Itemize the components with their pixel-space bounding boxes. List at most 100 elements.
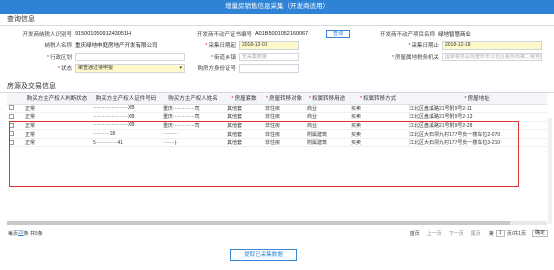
- status-label: 状态: [60, 66, 72, 73]
- presale-license-value: A01B5001052160067: [255, 30, 309, 37]
- cell-method: 买卖: [349, 112, 407, 122]
- cell-usage: 附属建筑: [305, 129, 349, 139]
- last-page-link[interactable]: 尾页: [471, 230, 481, 237]
- chevron-down-icon: ▾: [179, 65, 182, 71]
- cell-count: 其他套: [225, 112, 263, 122]
- end-date-input[interactable]: 2018-12-18: [442, 41, 542, 50]
- query-section-title: 查询信息: [0, 14, 554, 26]
- cell-name: 重庆·············司: [161, 112, 225, 122]
- property-table: 购买方主产权人判断状态 购买方主产权人证件号码 购买方主产权人姓名 *房屋套数 …: [7, 93, 547, 148]
- horizontal-scrollbar[interactable]: [7, 221, 547, 225]
- cell-name: ·······|·: [161, 138, 225, 148]
- page-size-suffix: 条: [23, 230, 29, 237]
- pagination: 每页 20 条 共5条 首页 上一页 下一页 尾页 第 1 页/共1页 确定: [8, 228, 548, 238]
- cell-object: 非住房: [263, 112, 305, 122]
- col-id-header: 购买方主产权人证件号码: [91, 93, 161, 105]
- row-checkbox[interactable]: [9, 114, 14, 120]
- cell-status: 正常: [23, 104, 91, 114]
- cell-usage: 商业: [305, 104, 349, 114]
- cell-name: 重庆·············司: [161, 121, 225, 131]
- col-object-header: *房屋转移对象: [263, 93, 305, 105]
- row-checkbox-cell: [7, 104, 23, 114]
- table-row[interactable]: 正常 ·····················XB 重庆···········…: [7, 112, 547, 122]
- housing-agency-select[interactable]: 国家税务总局重庆市江北区税务局第二税务所: [442, 52, 542, 61]
- table-row[interactable]: 正常 5·············41 ·······|· 其他套 非住房 附属…: [7, 138, 547, 148]
- cell-name: 重庆·············司: [161, 104, 225, 114]
- cell-object: 非住房: [263, 138, 305, 148]
- query-form: 开发商纳税人识别号 91500105091243051H 开发商不动产证书编号 …: [0, 26, 554, 74]
- taxpayer-name-value: 重庆绿地申庭房地产开发有限公司: [75, 43, 158, 50]
- cell-address: 江北区盘溪路21号附9号2-28: [407, 121, 547, 131]
- col-status-header: 购买方主产权人判断状态: [23, 93, 91, 105]
- row-checkbox-cell: [7, 121, 23, 131]
- cell-method: 买卖: [349, 129, 407, 139]
- street-select[interactable]: 无采集数量: [239, 52, 299, 61]
- table-row[interactable]: 正常 ·····················XB 重庆···········…: [7, 104, 547, 114]
- dev-taxpayer-id-value: 91500105091243051H: [75, 30, 131, 37]
- form-row-1: 开发商纳税人识别号 91500105091243051H 开发商不动产证书编号 …: [8, 28, 546, 40]
- cell-id: ·····················XB: [91, 104, 161, 114]
- next-page-link[interactable]: 下一页: [449, 230, 464, 237]
- project-name-value: 绿地智慧商业: [438, 31, 472, 38]
- property-section-title: 房源及交易信息: [0, 81, 554, 93]
- status-value: 审查通过待申报: [78, 65, 114, 71]
- col-usage-header: *权属转移用途: [305, 93, 349, 105]
- page-title: 增量房销售信息采集（开发商适用）: [225, 3, 329, 10]
- col-method-header: *权属转移方式: [349, 93, 407, 105]
- cell-name: ·········: [161, 129, 225, 139]
- cell-method: 买卖: [349, 104, 407, 114]
- cell-id: ·····················XB: [91, 112, 161, 122]
- buyer-id-input[interactable]: [239, 64, 299, 73]
- cell-status: 正常: [23, 112, 91, 122]
- row-checkbox[interactable]: [9, 122, 14, 128]
- cell-status: 正常: [23, 121, 91, 131]
- cell-address: 江北区盘溪路21号附9号2-11: [407, 104, 547, 114]
- query-button[interactable]: 查询: [326, 29, 351, 38]
- table-row[interactable]: 正常 ··········18 ········· 其他套 非住房 附属建筑 买…: [7, 129, 547, 139]
- prev-page-link[interactable]: 上一页: [427, 230, 442, 237]
- cell-count: 其他套: [225, 129, 263, 139]
- row-checkbox[interactable]: [9, 105, 14, 111]
- property-section: 房源及交易信息 购买方主产权人判断状态 购买方主产权人证件号码 购买方主产权人姓…: [0, 81, 554, 148]
- start-date-input[interactable]: 2018-12-01: [239, 41, 299, 50]
- col-count-header: *房屋套数: [225, 93, 263, 105]
- district-label: 行政区划: [49, 54, 72, 61]
- cell-usage: 商业: [305, 121, 349, 131]
- cell-usage: 附属建筑: [305, 138, 349, 148]
- form-row-3: *行政区划 *街道乡镇 无采集数量 *房屋属地税务机关 国家税务总局重庆市江北区…: [46, 52, 542, 61]
- col-name-header: 购买方主产权人姓名: [161, 93, 225, 105]
- app-header: 增量房销售信息采集（开发商适用）: [0, 0, 554, 14]
- status-select[interactable]: 审查通过待申报 ▾: [75, 64, 185, 73]
- page-suffix: 页/共1页: [506, 230, 526, 237]
- first-page-link[interactable]: 首页: [410, 230, 420, 237]
- total-count: 共5条: [29, 230, 43, 237]
- page-size-prefix: 每页: [8, 230, 19, 237]
- cell-status: 正常: [23, 138, 91, 148]
- page-number-input[interactable]: 1: [495, 229, 505, 237]
- extract-data-button[interactable]: 提取已采集数据: [230, 249, 297, 261]
- cell-count: 其他套: [225, 138, 263, 148]
- row-checkbox[interactable]: [9, 139, 14, 145]
- vertical-scrollbar[interactable]: [548, 118, 552, 224]
- cell-count: 其他套: [225, 104, 263, 114]
- col-address-header: *房屋地址: [407, 93, 547, 105]
- form-row-4: *状态 审查通过待申报 ▾ 购房方身份证号: [8, 63, 546, 75]
- district-select[interactable]: [75, 52, 185, 61]
- cell-address: 江北区大石坝九村177号负一楼车位2-070: [407, 129, 547, 139]
- go-button[interactable]: 确定: [531, 229, 548, 237]
- cell-object: 非住房: [263, 121, 305, 131]
- start-date-label: 采集日期起: [208, 43, 236, 50]
- cell-method: 买卖: [349, 138, 407, 148]
- project-name-label: 开发商不动产项目名称: [380, 31, 436, 38]
- street-label: 街道乡镇: [213, 54, 236, 61]
- buyer-id-label: 购房方身份证号: [197, 66, 236, 73]
- scrollbar-thumb[interactable]: [7, 221, 510, 225]
- dev-taxpayer-id-label: 开发商纳税人识别号: [22, 31, 72, 38]
- row-checkbox-cell: [7, 129, 23, 139]
- table-row[interactable]: 正常 ·····················XB 重庆···········…: [7, 121, 547, 131]
- row-checkbox[interactable]: [9, 131, 14, 137]
- cell-id: ··········18: [91, 129, 161, 139]
- cell-address: 江北区大石坝九村177号负一楼车位3-210: [407, 138, 547, 148]
- row-checkbox-cell: [7, 138, 23, 148]
- presale-license-label: 开发商不动产证书编号: [196, 31, 252, 38]
